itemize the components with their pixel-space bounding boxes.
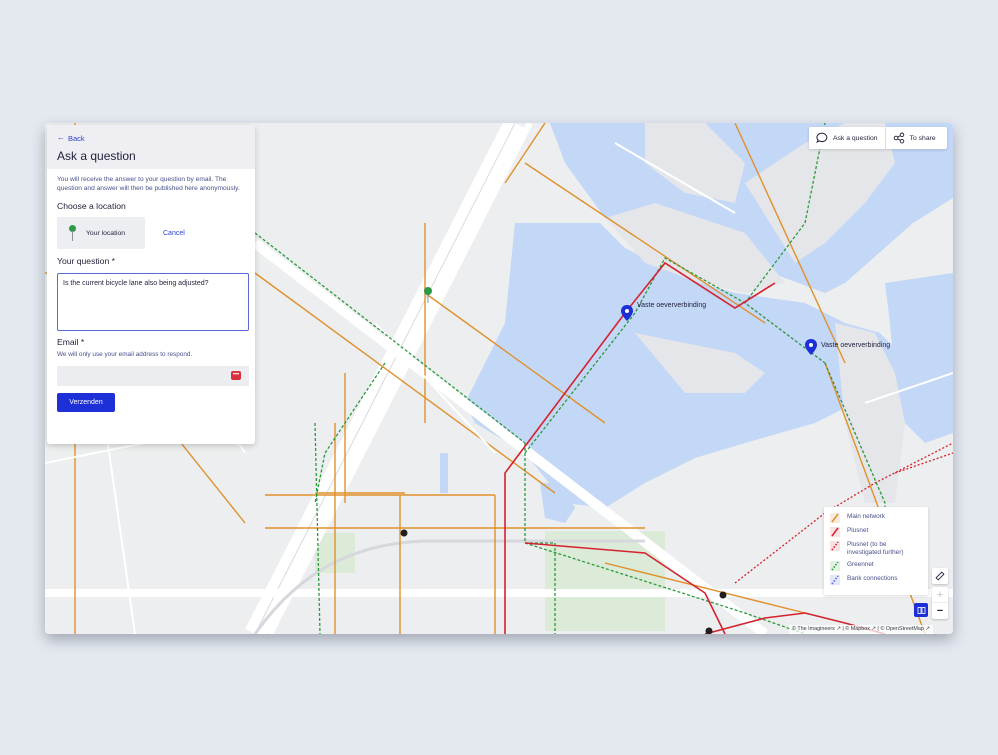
map-toolbar: Ask a question To share	[809, 127, 947, 149]
password-manager-icon[interactable]: •••	[231, 371, 241, 380]
ask-question-button[interactable]: Ask a question	[809, 127, 885, 149]
location-row: Your location Cancel	[57, 217, 245, 249]
legend-label: Greennet	[847, 561, 874, 568]
panel-body: You will receive the answer to your ques…	[47, 169, 255, 412]
ask-question-panel: ← Back Ask a question You will receive t…	[47, 125, 255, 444]
email-field[interactable]: •••	[57, 366, 249, 386]
your-location-option[interactable]: Your location	[57, 217, 145, 249]
panel-title: Ask a question	[57, 149, 136, 163]
map-book-icon	[917, 606, 925, 614]
app-window: Vaste oeververbinding Vaste oeververbind…	[45, 123, 953, 634]
legend-toggle-button[interactable]	[914, 603, 928, 617]
legend-swatch-main-network	[830, 513, 840, 523]
intro-text: You will receive the answer to your ques…	[57, 176, 240, 192]
legend-item-plusnet[interactable]: Plusnet	[830, 527, 922, 537]
ruler-icon	[935, 571, 945, 581]
email-label: Email *	[57, 337, 85, 347]
share-label: To share	[909, 134, 936, 142]
zoom-in-button[interactable]: +	[932, 587, 948, 603]
measure-ruler-button[interactable]	[932, 568, 948, 584]
legend-item-bank-connections[interactable]: Bank connections	[830, 575, 922, 585]
ask-question-label: Ask a question	[833, 134, 878, 142]
zoom-out-button[interactable]: −	[932, 603, 948, 619]
legend-swatch-greennet	[830, 561, 840, 571]
back-label: Back	[68, 133, 85, 143]
legend-label: Main network	[847, 513, 886, 520]
legend-item-main-network[interactable]: Main network	[830, 513, 922, 523]
external-link-icon: ↗ |	[871, 626, 881, 632]
email-hint: We will only use your email address to r…	[57, 351, 193, 358]
zoom-controls: + −	[932, 587, 948, 619]
legend-swatch-plusnet	[830, 527, 840, 537]
location-pin-icon	[69, 225, 76, 241]
legend-label: Plusnet (to be investigated further)	[847, 541, 904, 556]
location-heading: Choose a location	[57, 201, 126, 211]
map-pin-label-1: Vaste oeververbinding	[637, 302, 706, 309]
your-location-label: Your location	[86, 229, 126, 237]
map-pin-label-2: Vaste oeververbinding	[821, 342, 890, 349]
cancel-location-button[interactable]: Cancel	[163, 230, 185, 237]
panel-header: ← Back Ask a question	[47, 125, 255, 169]
share-button[interactable]: To share	[884, 127, 943, 149]
back-link[interactable]: ← Back	[57, 133, 245, 143]
attribution-osm[interactable]: © OpenStreetMap	[880, 626, 924, 632]
question-textarea[interactable]: Is the current bicycle lane also being a…	[57, 273, 249, 331]
legend-swatch-bank-connections	[830, 575, 840, 585]
chat-bubble-icon	[816, 132, 828, 144]
arrow-left-icon: ←	[57, 133, 65, 142]
legend-item-greennet[interactable]: Greennet	[830, 561, 922, 571]
legend-label: Plusnet	[847, 527, 869, 534]
map-attribution: © The Imagineers ↗ | © Mapbox ↗ | © Open…	[789, 625, 933, 634]
legend-item-plusnet-further[interactable]: Plusnet (to be investigated further)	[830, 541, 922, 557]
share-icon	[893, 132, 904, 144]
legend-swatch-plusnet-further	[830, 541, 840, 551]
external-link-icon: ↗ |	[836, 626, 846, 632]
legend-label: Bank connections	[847, 575, 898, 582]
external-link-icon: ↗	[925, 626, 930, 632]
attribution-mapbox[interactable]: © Mapbox	[845, 626, 870, 632]
attribution-imagineers[interactable]: © The Imagineers	[792, 626, 835, 632]
map-legend: Main network Plusnet Plusnet (to be inve…	[824, 507, 928, 595]
question-label: Your question *	[57, 256, 115, 266]
submit-button[interactable]: Verzenden	[57, 393, 115, 412]
